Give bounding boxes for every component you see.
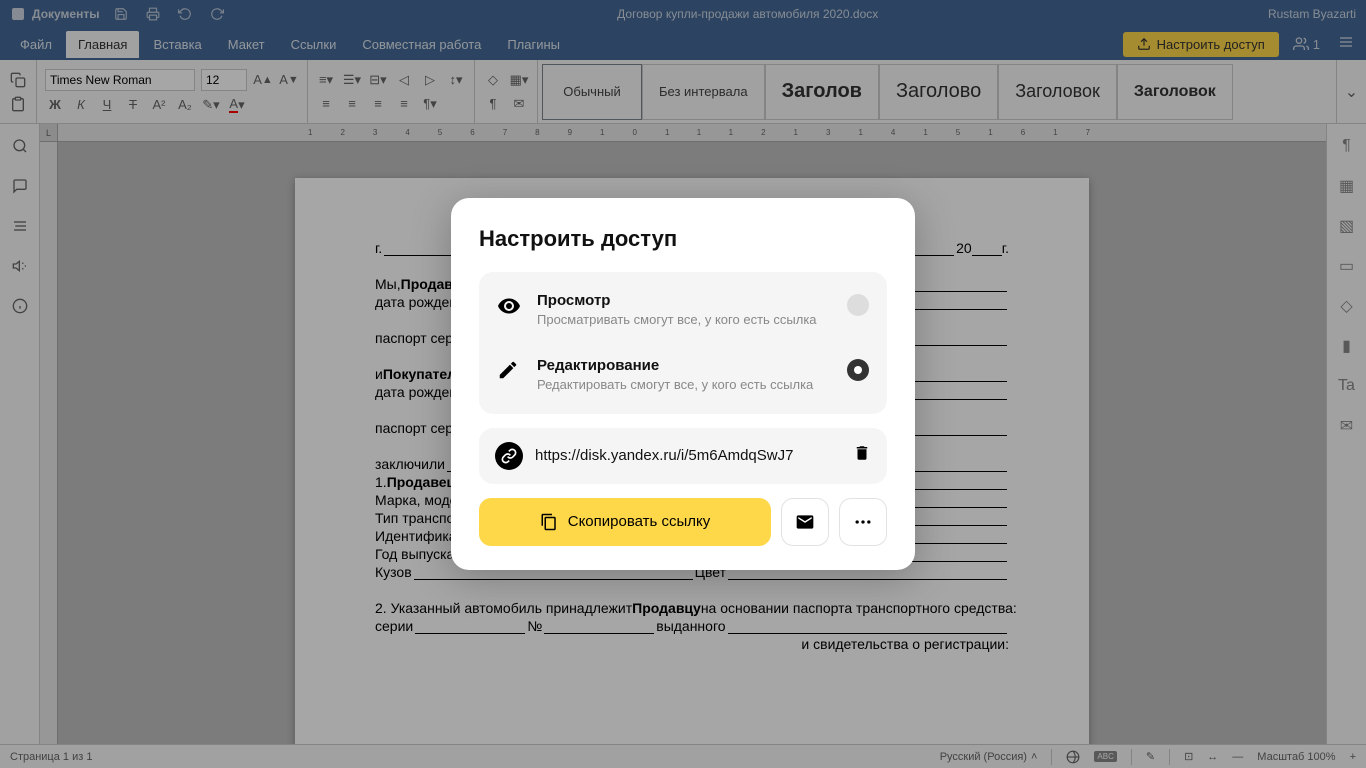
link-icon bbox=[495, 442, 523, 470]
view-desc: Просматривать смогут все, у кого есть сс… bbox=[537, 312, 831, 329]
modal-overlay[interactable]: Настроить доступ Просмотр Просматривать … bbox=[0, 0, 1366, 768]
permission-view-option[interactable]: Просмотр Просматривать смогут все, у ког… bbox=[479, 278, 887, 343]
more-icon bbox=[853, 512, 873, 532]
delete-link-icon[interactable] bbox=[853, 444, 871, 467]
more-button[interactable] bbox=[839, 498, 887, 546]
radio-unselected-icon bbox=[847, 294, 869, 316]
permission-radio-group: Просмотр Просматривать смогут все, у ког… bbox=[479, 272, 887, 414]
pencil-icon bbox=[497, 359, 521, 386]
radio-selected-icon bbox=[847, 359, 869, 381]
copy-link-button[interactable]: Скопировать ссылку bbox=[479, 498, 771, 546]
share-link-text[interactable]: https://disk.yandex.ru/i/5m6AmdqSwJ7 bbox=[535, 447, 841, 464]
mail-icon bbox=[795, 512, 815, 532]
edit-desc: Редактировать смогут все, у кого есть сс… bbox=[537, 377, 831, 394]
view-title: Просмотр bbox=[537, 292, 831, 309]
modal-title: Настроить доступ bbox=[479, 226, 887, 252]
copy-icon bbox=[540, 513, 558, 531]
mail-button[interactable] bbox=[781, 498, 829, 546]
eye-icon bbox=[497, 294, 521, 323]
share-modal: Настроить доступ Просмотр Просматривать … bbox=[451, 198, 915, 570]
edit-title: Редактирование bbox=[537, 357, 831, 374]
share-link-box: https://disk.yandex.ru/i/5m6AmdqSwJ7 bbox=[479, 428, 887, 484]
copy-link-label: Скопировать ссылку bbox=[568, 513, 711, 530]
permission-edit-option[interactable]: Редактирование Редактировать смогут все,… bbox=[479, 343, 887, 408]
